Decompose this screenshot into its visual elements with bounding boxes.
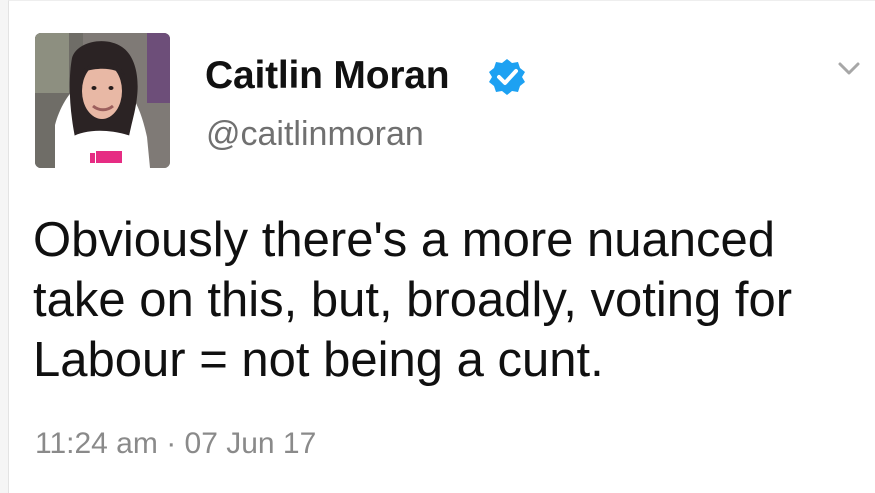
tweet-card: Caitlin Moran @caitlinmoran Obviously th… (8, 0, 875, 493)
author-handle[interactable]: @caitlinmoran (206, 115, 424, 154)
tweet-text-line: take on this, but, broadly, voting for (33, 273, 793, 327)
tweet-text-line: Obviously there's a more nuanced (33, 213, 776, 267)
avatar[interactable] (35, 33, 170, 168)
tweet-text-line: Labour = not being a cunt. (33, 333, 604, 387)
avatar-image (35, 33, 170, 168)
screenshot-frame: Caitlin Moran @caitlinmoran Obviously th… (0, 0, 875, 493)
tweet-text: Obviously there's a more nuanced take on… (33, 210, 875, 390)
author-display-name[interactable]: Caitlin Moran (205, 54, 450, 98)
verified-badge-icon (489, 59, 525, 95)
chevron-down-icon[interactable] (832, 56, 866, 80)
tweet-timestamp[interactable]: 11:24 am · 07 Jun 17 (35, 427, 316, 461)
